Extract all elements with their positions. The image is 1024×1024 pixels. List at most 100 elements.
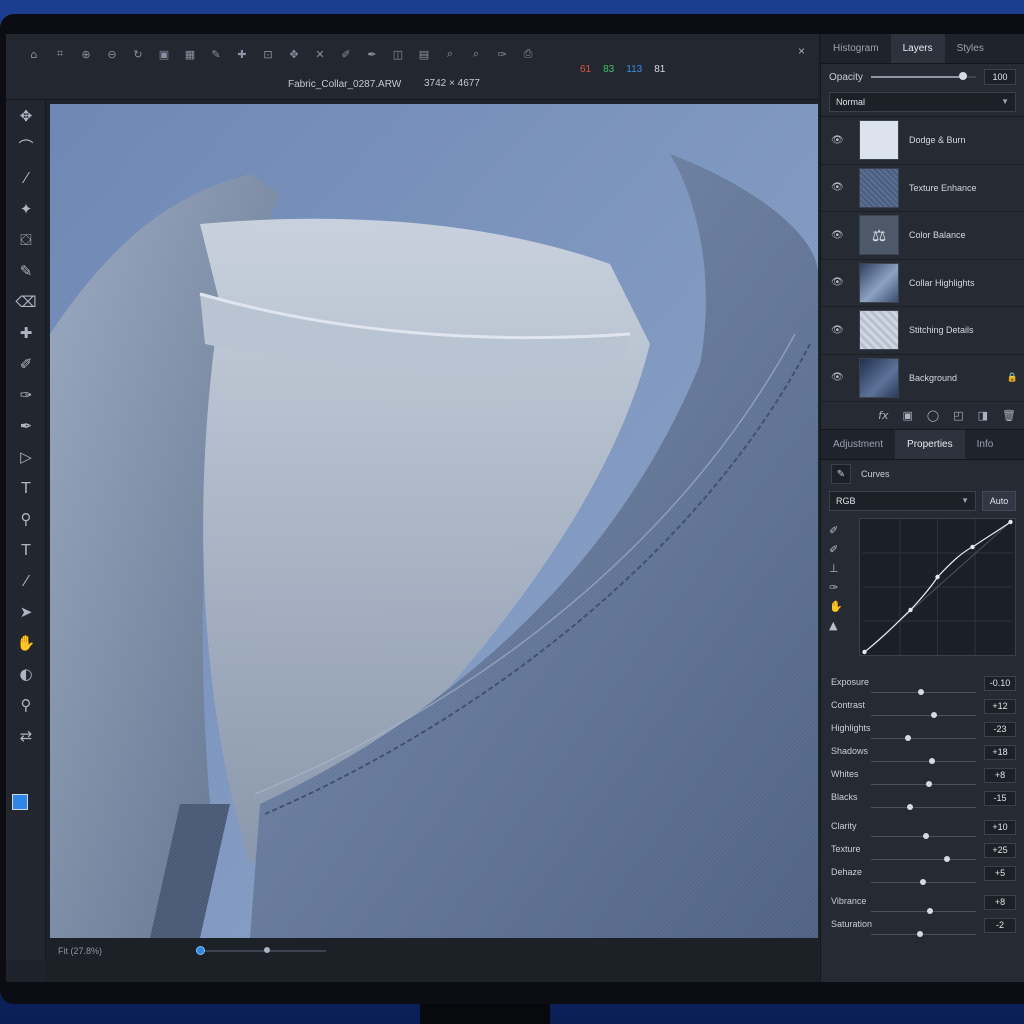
adjustment-slider-knob[interactable] xyxy=(926,781,933,787)
layer-row[interactable]: 👁 Texture Enhance xyxy=(821,165,1024,212)
bucket-tool-icon[interactable]: ⛋ xyxy=(6,224,46,255)
image-canvas[interactable] xyxy=(50,104,818,938)
opacity-knob[interactable] xyxy=(959,72,968,80)
adjustment-slider-track[interactable] xyxy=(871,934,976,935)
adjustment-value-field[interactable]: +8 xyxy=(984,895,1016,910)
lock-icon[interactable]: 🔒 xyxy=(1007,373,1018,383)
layer-thumbnail[interactable]: ⚖ xyxy=(859,215,899,256)
adjustment-slider-knob[interactable] xyxy=(929,758,936,764)
adjustment-value-field[interactable]: +5 xyxy=(984,866,1016,881)
curve-point[interactable] xyxy=(1008,519,1013,525)
gray-point-eyedropper-icon[interactable]: ✐ xyxy=(829,543,855,556)
export-icon[interactable]: ⎙ xyxy=(520,46,536,62)
zoom-out-icon[interactable]: ⊖ xyxy=(104,46,120,62)
adjustment-circle-icon[interactable]: ◯ xyxy=(927,409,939,422)
new-layer-icon[interactable]: ◨ xyxy=(978,409,988,422)
props-tab-info[interactable]: Info xyxy=(965,430,1006,459)
magnifier-alt-icon[interactable]: ⌕ xyxy=(468,46,484,62)
zoom-level-label[interactable]: Fit (27.8%) xyxy=(58,946,102,956)
visibility-eye-icon[interactable]: 👁 xyxy=(831,135,845,146)
stamp-icon[interactable]: ⊡ xyxy=(260,46,276,62)
adjustment-value-field[interactable]: +25 xyxy=(984,843,1016,858)
text-tool-icon[interactable]: T xyxy=(6,472,46,503)
channel-select[interactable]: RGB ▼ xyxy=(829,491,976,511)
mask-icon[interactable]: ▣ xyxy=(903,409,913,422)
adjustment-slider-knob[interactable] xyxy=(907,804,914,810)
adjustment-slider-track[interactable] xyxy=(871,761,976,762)
blur-tool-icon[interactable]: ✑ xyxy=(6,379,46,410)
adjustment-slider-knob[interactable] xyxy=(930,712,937,718)
layer-thumbnail[interactable] xyxy=(859,357,899,398)
close-document-button[interactable]: × xyxy=(798,44,805,58)
adjustment-value-field[interactable]: +18 xyxy=(984,745,1016,760)
trash-icon[interactable]: 🗑 xyxy=(1002,409,1016,422)
heal-icon[interactable]: ✚ xyxy=(234,46,250,62)
layer-icon[interactable]: ◫ xyxy=(390,46,406,62)
panel-tab-layers[interactable]: Layers xyxy=(890,34,945,63)
curve-graph[interactable] xyxy=(859,518,1016,656)
brush-icon[interactable]: ✎ xyxy=(208,46,224,62)
auto-button[interactable]: Auto xyxy=(982,491,1016,511)
move-tool-icon[interactable]: ✥ xyxy=(6,100,46,131)
props-tab-adjustment[interactable]: Adjustment xyxy=(821,430,895,459)
blend-mode-select[interactable]: Normal ▼ xyxy=(829,92,1016,112)
visibility-eye-icon[interactable]: 👁 xyxy=(831,372,845,383)
layer-row[interactable]: 👁 ⚖ Color Balance xyxy=(821,212,1024,260)
adjustment-slider-knob[interactable] xyxy=(916,931,923,937)
foreground-color-swatch[interactable] xyxy=(12,794,28,810)
adjustment-slider-track[interactable] xyxy=(871,859,976,860)
new-group-icon[interactable]: ◰ xyxy=(953,409,963,422)
panel-tab-histogram[interactable]: Histogram xyxy=(821,34,891,63)
zoom-tool-icon[interactable]: ⚲ xyxy=(6,689,46,720)
magic-wand-icon[interactable]: ✦ xyxy=(6,193,46,224)
sample-icon[interactable]: ✑ xyxy=(494,46,510,62)
zoom-slider-knob[interactable] xyxy=(263,947,270,953)
lasso-tool-icon[interactable]: ⌒ xyxy=(6,131,46,162)
adjustment-slider-track[interactable] xyxy=(871,911,976,912)
direct-select-icon[interactable]: ➤ xyxy=(6,596,46,627)
adjustment-value-field[interactable]: -0.10 xyxy=(984,676,1016,691)
opacity-slider[interactable] xyxy=(870,72,976,80)
brush-tool-icon[interactable]: ⁄ xyxy=(6,162,46,193)
adjustment-slider-knob[interactable] xyxy=(927,908,934,914)
panel-tab-styles[interactable]: Styles xyxy=(945,34,996,63)
zoom-slider-track[interactable] xyxy=(196,950,326,952)
eyedropper-tool-icon[interactable]: ⚲ xyxy=(6,503,46,534)
black-point-eyedropper-icon[interactable]: ✐ xyxy=(829,524,855,537)
rotate-icon[interactable]: ↻ xyxy=(130,46,146,62)
layer-row[interactable]: 👁 Dodge & Burn xyxy=(821,117,1024,165)
adjustment-slider-knob[interactable] xyxy=(944,856,951,862)
hand-icon[interactable]: ✋ xyxy=(829,600,855,613)
magnifier-icon[interactable]: ⌕ xyxy=(442,46,458,62)
eyedropper-icon[interactable]: ✐ xyxy=(338,46,354,62)
adjustment-slider-track[interactable] xyxy=(871,807,976,808)
save-icon[interactable]: ▤ xyxy=(416,46,432,62)
crop-icon[interactable]: ⌗ xyxy=(52,46,68,62)
adjustment-value-field[interactable]: -15 xyxy=(984,791,1016,806)
curve-point[interactable] xyxy=(970,544,975,550)
layer-row[interactable]: 👁 Collar Highlights xyxy=(821,260,1024,307)
zoom-in-icon[interactable]: ⊕ xyxy=(78,46,94,62)
stamp-icon[interactable]: ⊥ xyxy=(829,562,855,575)
frame-icon[interactable]: ▣ xyxy=(156,46,172,62)
path-select-icon[interactable]: ▷ xyxy=(6,441,46,472)
adjustment-slider-track[interactable] xyxy=(871,784,976,785)
stamp-tool-icon[interactable]: ⁄ xyxy=(6,565,46,596)
visibility-eye-icon[interactable]: 👁 xyxy=(831,277,845,288)
draw-curve-icon[interactable]: ✑ xyxy=(829,581,855,594)
heal-tool-icon[interactable]: ✚ xyxy=(6,317,46,348)
adjustment-value-field[interactable]: +8 xyxy=(984,768,1016,783)
visibility-eye-icon[interactable]: 👁 xyxy=(831,325,845,336)
adjustment-value-field[interactable]: -2 xyxy=(984,918,1016,933)
type-vertical-icon[interactable]: T xyxy=(6,534,46,565)
layer-row[interactable]: 👁 Stitching Details xyxy=(821,307,1024,355)
curve-pencil-icon[interactable]: ✎ xyxy=(831,464,851,484)
home-icon[interactable]: ⌂ xyxy=(26,46,42,62)
grid-icon[interactable]: ▦ xyxy=(182,46,198,62)
adjustment-value-field[interactable]: +10 xyxy=(984,820,1016,835)
layer-thumbnail[interactable] xyxy=(859,167,899,208)
visibility-eye-icon[interactable]: 👁 xyxy=(831,230,845,241)
curve-point[interactable] xyxy=(935,574,940,580)
pencil-tool-icon[interactable]: ✎ xyxy=(6,255,46,286)
curve-point[interactable] xyxy=(862,649,867,655)
